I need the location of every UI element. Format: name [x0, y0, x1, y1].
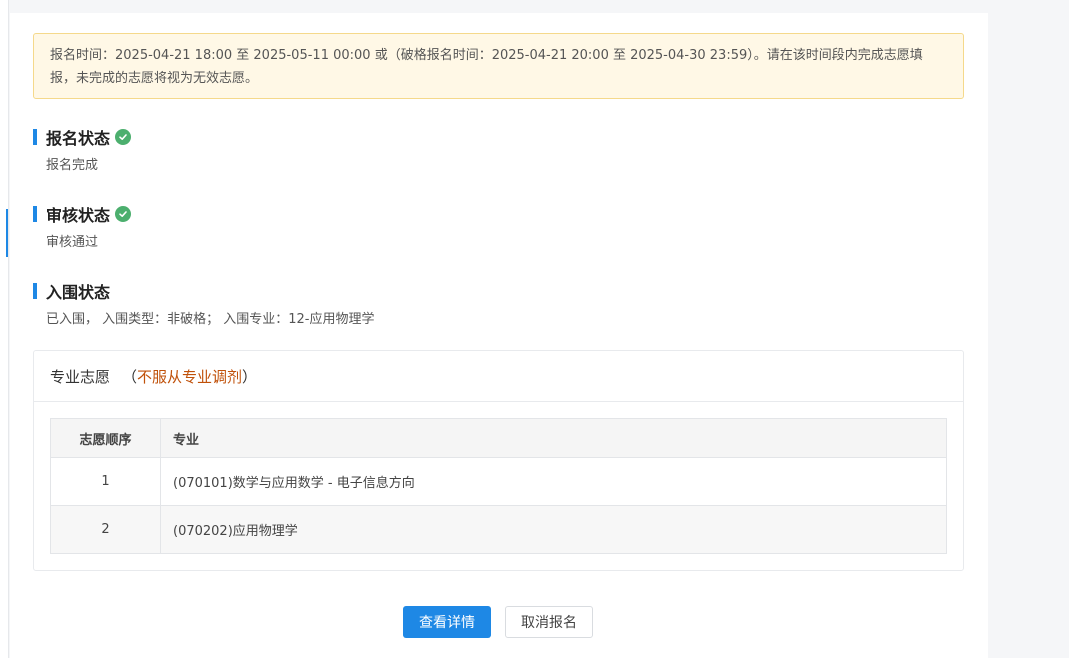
shortlist-status-value: 已入围， 入围类型：非破格； 入围专业：12-应用物理学 — [46, 312, 375, 327]
adjust-note: （不服从专业调剂） — [122, 366, 257, 387]
row-major: (070202)应用物理学 — [160, 505, 947, 554]
registration-status-value: 报名完成 — [46, 158, 99, 173]
left-rail-active-indicator — [6, 209, 8, 257]
registration-status-title: 报名状态 — [46, 129, 111, 148]
section-bar — [33, 206, 37, 222]
column-header-order: 志愿顺序 — [50, 418, 161, 458]
shortlist-status-title: 入围状态 — [46, 283, 111, 302]
major-preference-card: 专业志愿 （不服从专业调剂） 志愿顺序 专业 1 (070101)数学与应用数学… — [33, 350, 964, 571]
row-major: (070101)数学与应用数学 - 电子信息方向 — [160, 457, 947, 506]
review-status-section: 审核状态 审核通过 — [33, 203, 132, 250]
registration-status-title-row: 报名状态 — [33, 126, 132, 148]
paren-open: （ — [122, 367, 138, 386]
paren-close: ） — [242, 367, 258, 386]
left-rail — [0, 0, 9, 658]
table-header-row: 志愿顺序 专业 — [50, 418, 947, 458]
main-panel: 报名时间：2025-04-21 18:00 至 2025-05-11 00:00… — [10, 13, 988, 658]
major-preference-title: 专业志愿 — [50, 367, 111, 386]
shortlist-status-title-row: 入围状态 — [33, 280, 375, 302]
check-circle-icon — [115, 129, 132, 145]
review-status-title: 审核状态 — [46, 206, 111, 225]
section-bar — [33, 283, 37, 299]
notice-text: 报名时间：2025-04-21 18:00 至 2025-05-11 00:00… — [50, 48, 923, 86]
view-details-button[interactable]: 查看详情 — [403, 606, 491, 638]
section-bar — [33, 129, 37, 145]
shortlist-status-section: 入围状态 已入围， 入围类型：非破格； 入围专业：12-应用物理学 — [33, 280, 375, 327]
registration-status-section: 报名状态 报名完成 — [33, 126, 132, 173]
check-circle-icon — [115, 206, 132, 222]
row-order: 1 — [50, 457, 161, 506]
column-header-major: 专业 — [160, 418, 947, 458]
review-status-title-row: 审核状态 — [33, 203, 132, 225]
preference-table: 志愿顺序 专业 1 (070101)数学与应用数学 - 电子信息方向 2 (07… — [50, 418, 947, 554]
cancel-registration-button[interactable]: 取消报名 — [505, 606, 593, 638]
table-row: 1 (070101)数学与应用数学 - 电子信息方向 — [50, 457, 947, 506]
major-preference-header: 专业志愿 （不服从专业调剂） — [34, 351, 963, 402]
review-status-value: 审核通过 — [46, 235, 99, 250]
registration-time-notice: 报名时间：2025-04-21 18:00 至 2025-05-11 00:00… — [33, 33, 964, 99]
table-row: 2 (070202)应用物理学 — [50, 505, 947, 554]
row-order: 2 — [50, 505, 161, 554]
adjust-note-text: 不服从专业调剂 — [137, 367, 243, 386]
